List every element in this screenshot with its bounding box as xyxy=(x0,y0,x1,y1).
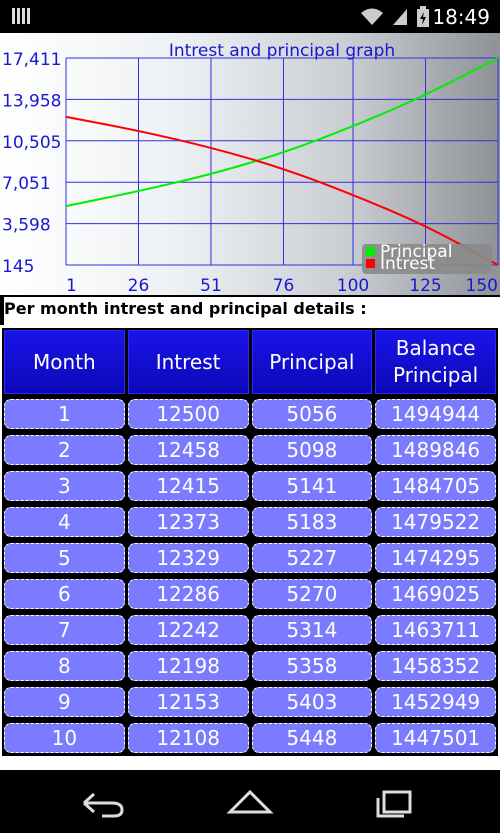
table-row: 4 12373 5183 1479522 xyxy=(2,504,498,540)
wifi-icon xyxy=(361,8,383,25)
cell-month[interactable]: 8 xyxy=(4,651,125,681)
cell-intrest[interactable]: 12329 xyxy=(127,543,249,573)
cell-balance[interactable]: 1474295 xyxy=(375,543,496,573)
table-row: 6 12286 5270 1469025 xyxy=(2,576,498,612)
header-month: Month xyxy=(4,330,125,394)
cell-principal[interactable]: 5141 xyxy=(251,471,373,501)
cell-principal[interactable]: 5314 xyxy=(251,615,373,645)
cell-principal[interactable]: 5448 xyxy=(251,723,373,753)
cell-principal[interactable]: 5227 xyxy=(251,543,373,573)
cell-balance[interactable]: 1494944 xyxy=(375,399,496,429)
x-tick-label: 1 xyxy=(66,276,77,295)
details-table-scroll[interactable]: Month Intrest Principal Balance Principal… xyxy=(0,325,500,770)
cell-month[interactable]: 7 xyxy=(4,615,125,645)
cell-intrest[interactable]: 12108 xyxy=(127,723,249,753)
cell-intrest[interactable]: 12373 xyxy=(127,507,249,537)
cell-month[interactable]: 2 xyxy=(4,435,125,465)
cell-month[interactable]: 10 xyxy=(4,723,125,753)
table-row: 3 12415 5141 1484705 xyxy=(2,468,498,504)
x-tick-label: 100 xyxy=(337,276,369,295)
details-table: Month Intrest Principal Balance Principal… xyxy=(2,328,498,756)
cell-balance[interactable]: 1452949 xyxy=(375,687,496,717)
header-principal: Principal xyxy=(251,330,373,394)
cell-principal[interactable]: 5056 xyxy=(251,399,373,429)
section-label: Per month intrest and principal details … xyxy=(4,297,500,325)
cell-intrest[interactable]: 12153 xyxy=(127,687,249,717)
legend-swatch xyxy=(366,259,375,268)
cell-balance[interactable]: 1484705 xyxy=(375,471,496,501)
table-header: Month Intrest Principal Balance Principal xyxy=(2,328,498,396)
cell-balance[interactable]: 1469025 xyxy=(375,579,496,609)
x-tick-label: 26 xyxy=(128,276,150,295)
legend-swatch xyxy=(366,247,375,256)
y-tick-label: 7,051 xyxy=(2,174,51,194)
y-tick-label: 10,505 xyxy=(2,133,61,153)
cell-balance[interactable]: 1479522 xyxy=(375,507,496,537)
signal-icon xyxy=(393,9,407,25)
table-row: 5 12329 5227 1474295 xyxy=(2,540,498,576)
cell-intrest[interactable]: 12415 xyxy=(127,471,249,501)
cell-balance[interactable]: 1463711 xyxy=(375,615,496,645)
y-tick-label: 3,598 xyxy=(2,216,51,236)
legend-label: Intrest xyxy=(380,254,435,274)
cell-month[interactable]: 5 xyxy=(4,543,125,573)
home-icon[interactable] xyxy=(226,788,274,818)
cell-balance[interactable]: 1447501 xyxy=(375,723,496,753)
navigation-bar xyxy=(0,770,500,833)
cell-month[interactable]: 4 xyxy=(4,507,125,537)
cell-intrest[interactable]: 12242 xyxy=(127,615,249,645)
cell-principal[interactable]: 5358 xyxy=(251,651,373,681)
table-row: 7 12242 5314 1463711 xyxy=(2,612,498,648)
series-line-principal xyxy=(65,57,499,208)
y-tick-label: 145 xyxy=(2,257,34,277)
cell-intrest[interactable]: 12500 xyxy=(127,399,249,429)
table-row: 1 12500 5056 1494944 xyxy=(2,396,498,432)
notification-bars-icon xyxy=(12,8,30,24)
interest-principal-chart: 17,411 13,958 10,505 7,051 3,598 145 1 26 51 76 10… xyxy=(2,41,499,295)
chart-title: Intrest and principal graph xyxy=(169,41,395,61)
table-row: 10 12108 5448 1447501 xyxy=(2,720,498,756)
cell-principal[interactable]: 5098 xyxy=(251,435,373,465)
y-tick-label: 13,958 xyxy=(2,91,61,111)
recents-icon[interactable] xyxy=(374,788,422,818)
battery-charging-icon xyxy=(417,6,429,27)
cell-principal[interactable]: 5183 xyxy=(251,507,373,537)
cell-month[interactable]: 6 xyxy=(4,579,125,609)
cell-balance[interactable]: 1458352 xyxy=(375,651,496,681)
back-icon[interactable] xyxy=(78,788,126,818)
status-bar: 18:49 xyxy=(0,0,500,33)
table-row: 9 12153 5403 1452949 xyxy=(2,684,498,720)
cell-intrest[interactable]: 12286 xyxy=(127,579,249,609)
cell-intrest[interactable]: 12198 xyxy=(127,651,249,681)
cell-month[interactable]: 1 xyxy=(4,399,125,429)
cell-month[interactable]: 3 xyxy=(4,471,125,501)
x-tick-label: 150 xyxy=(466,276,498,295)
x-tick-label: 125 xyxy=(409,276,441,295)
table-row: 8 12198 5358 1458352 xyxy=(2,648,498,684)
cell-balance[interactable]: 1489846 xyxy=(375,435,496,465)
status-icons xyxy=(360,6,430,28)
cell-principal[interactable]: 5403 xyxy=(251,687,373,717)
y-tick-label: 17,411 xyxy=(2,50,61,70)
cell-principal[interactable]: 5270 xyxy=(251,579,373,609)
cell-intrest[interactable]: 12458 xyxy=(127,435,249,465)
header-balance-principal: Balance Principal xyxy=(375,330,496,394)
graph-panel: 17,411 13,958 10,505 7,051 3,598 145 1 26 51 76 10… xyxy=(0,33,500,295)
clock: 18:49 xyxy=(432,5,490,29)
x-tick-label: 76 xyxy=(273,276,295,295)
cell-month[interactable]: 9 xyxy=(4,687,125,717)
table-row: 2 12458 5098 1489846 xyxy=(2,432,498,468)
x-tick-label: 51 xyxy=(200,276,222,295)
header-intrest: Intrest xyxy=(127,330,249,394)
